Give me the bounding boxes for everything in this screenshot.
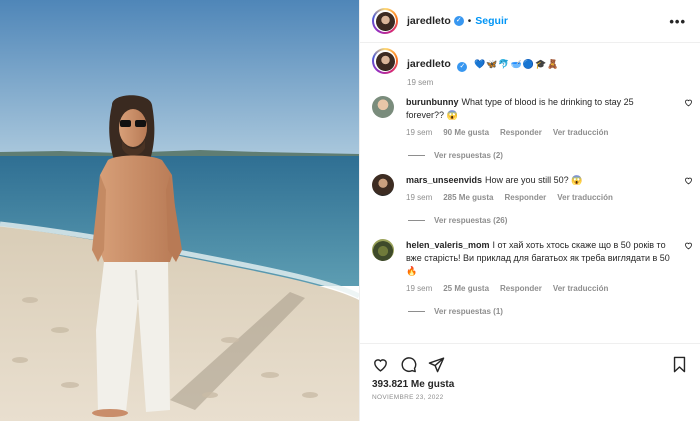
- comment-item: mars_unseenvids How are you still 50? 😱 1…: [360, 174, 700, 202]
- comment-heart-icon[interactable]: [684, 241, 693, 250]
- comment-item: helen_valeris_mom І от хай хоть хтось ска…: [360, 239, 700, 293]
- view-replies-button[interactable]: Ver respuestas (1): [408, 307, 700, 316]
- comments-scroll-area[interactable]: jaredleto ✓ 💙🦋🐬🥣🔵🎓🧸 19 sem burunbunny Wha…: [360, 43, 700, 343]
- translate-button[interactable]: Ver traducción: [553, 284, 609, 293]
- caption-text: 💙🦋🐬🥣🔵🎓🧸: [474, 59, 560, 69]
- verified-icon: ✓: [457, 62, 468, 72]
- reply-button[interactable]: Responder: [500, 284, 542, 293]
- post-caption: jaredleto ✓ 💙🦋🐬🥣🔵🎓🧸 19 sem: [360, 43, 700, 87]
- author-avatar[interactable]: [372, 8, 398, 34]
- more-icon[interactable]: •••: [669, 14, 686, 29]
- replies-line: [408, 155, 425, 156]
- commenter-username[interactable]: helen_valeris_mom: [406, 240, 490, 250]
- replies-line: [408, 311, 425, 312]
- comment-text: How are you still 50? 😱: [485, 175, 583, 185]
- author-username[interactable]: jaredleto: [407, 15, 451, 27]
- comment-icon[interactable]: [400, 356, 417, 373]
- heart-icon[interactable]: [372, 356, 389, 373]
- caption-username[interactable]: jaredleto: [407, 58, 451, 70]
- view-replies-button[interactable]: Ver respuestas (26): [408, 216, 700, 225]
- post-date[interactable]: NOVIEMBRE 23, 2022: [360, 394, 700, 401]
- post-photo[interactable]: [0, 0, 359, 421]
- comment-time[interactable]: 19 sem: [406, 284, 432, 293]
- comment-item: burunbunny What type of blood is he drink…: [360, 96, 700, 137]
- view-replies-label: Ver respuestas (2): [434, 151, 503, 160]
- comment-likes[interactable]: 90 Me gusta: [443, 128, 489, 137]
- view-replies-button[interactable]: Ver respuestas (2): [408, 151, 700, 160]
- commenter-username[interactable]: mars_unseenvids: [406, 175, 482, 185]
- post-detail-panel: jaredleto ✓ • Seguir ••• jaredleto ✓ 💙🦋🐬…: [359, 0, 700, 421]
- reply-button[interactable]: Responder: [504, 193, 546, 202]
- caption-avatar[interactable]: [372, 48, 398, 74]
- commenter-username[interactable]: burunbunny: [406, 97, 459, 107]
- view-replies-label: Ver respuestas (1): [434, 307, 503, 316]
- commenter-avatar[interactable]: [372, 96, 394, 118]
- post-header: jaredleto ✓ • Seguir •••: [360, 0, 700, 43]
- action-icons: [360, 344, 700, 376]
- beach-photo: [0, 0, 359, 421]
- reply-button[interactable]: Responder: [500, 128, 542, 137]
- follow-button[interactable]: Seguir: [475, 15, 508, 27]
- verified-icon: ✓: [453, 16, 464, 26]
- view-replies-label: Ver respuestas (26): [434, 216, 508, 225]
- commenter-avatar[interactable]: [372, 239, 394, 261]
- bookmark-icon[interactable]: [671, 356, 688, 373]
- commenter-avatar[interactable]: [372, 174, 394, 196]
- comment-heart-icon[interactable]: [684, 176, 693, 185]
- comment-time[interactable]: 19 sem: [406, 128, 432, 137]
- comment-heart-icon[interactable]: [684, 98, 693, 107]
- likes-count[interactable]: 393.821 Me gusta: [360, 379, 700, 390]
- caption-time: 19 sem: [407, 78, 434, 87]
- comment-likes[interactable]: 285 Me gusta: [443, 193, 493, 202]
- translate-button[interactable]: Ver traducción: [557, 193, 613, 202]
- share-icon[interactable]: [428, 356, 445, 373]
- separator-dot: •: [467, 15, 472, 27]
- post-actions: 393.821 Me gusta NOVIEMBRE 23, 2022: [360, 343, 700, 421]
- translate-button[interactable]: Ver traducción: [553, 128, 609, 137]
- comment-likes[interactable]: 25 Me gusta: [443, 284, 489, 293]
- comment-time[interactable]: 19 sem: [406, 193, 432, 202]
- replies-line: [408, 220, 425, 221]
